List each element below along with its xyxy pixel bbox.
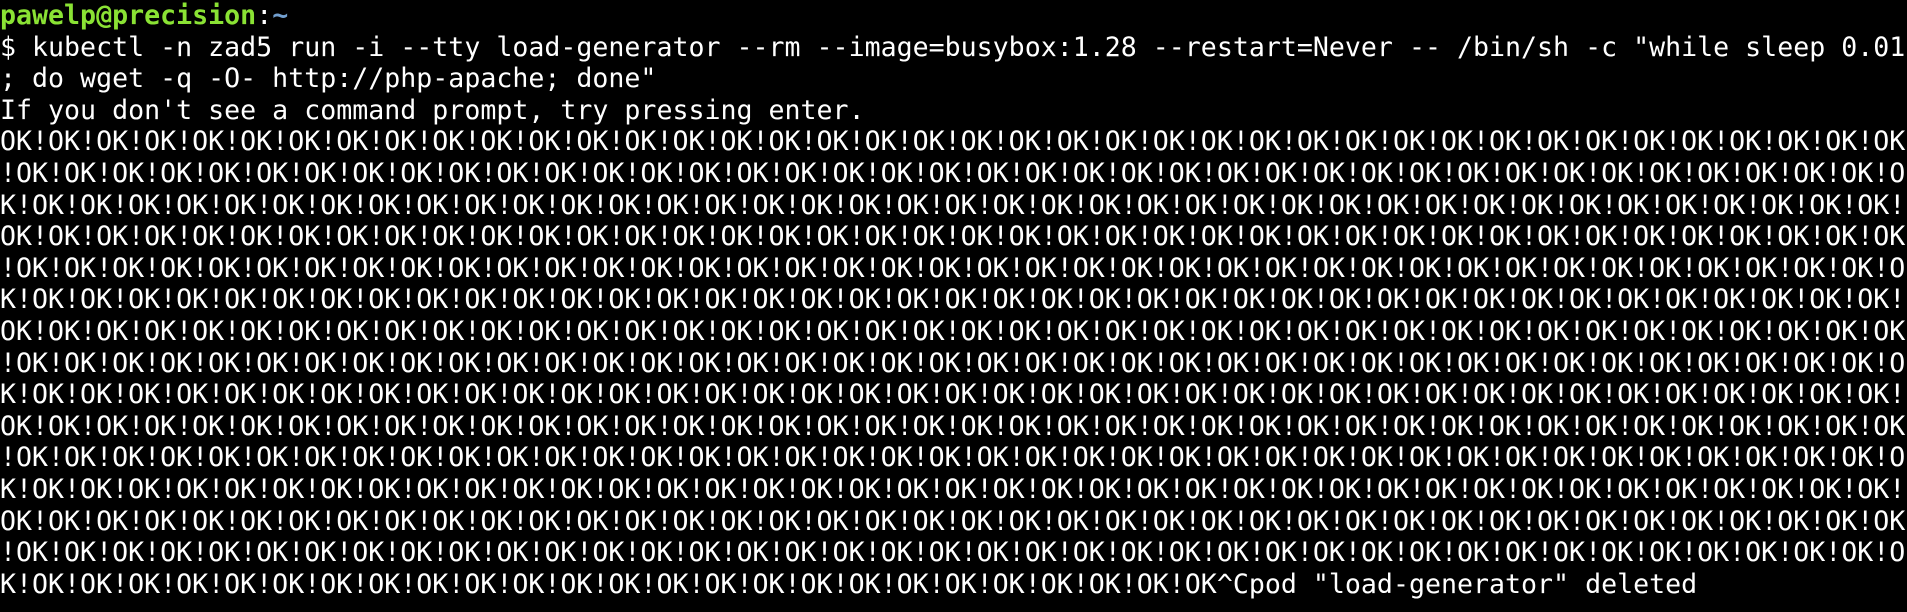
output-line: K!OK!OK!OK!OK!OK!OK!OK!OK!OK!OK!OK!OK!OK…: [0, 284, 1906, 316]
output-line: !OK!OK!OK!OK!OK!OK!OK!OK!OK!OK!OK!OK!OK!…: [0, 537, 1906, 569]
output-line: K!OK!OK!OK!OK!OK!OK!OK!OK!OK!OK!OK!OK!OK…: [0, 473, 1906, 505]
prompt-user-host: pawelp@precision: [0, 0, 257, 31]
shell-prompt: pawelp@precision:~: [0, 0, 1907, 32]
output-line: !OK!OK!OK!OK!OK!OK!OK!OK!OK!OK!OK!OK!OK!…: [0, 252, 1906, 284]
output-line: !OK!OK!OK!OK!OK!OK!OK!OK!OK!OK!OK!OK!OK!…: [0, 442, 1906, 474]
output-line: OK!OK!OK!OK!OK!OK!OK!OK!OK!OK!OK!OK!OK!O…: [0, 315, 1906, 347]
terminal-window[interactable]: pawelp@precision:~ $ kubectl -n zad5 run…: [0, 0, 1907, 612]
output-line: OK!OK!OK!OK!OK!OK!OK!OK!OK!OK!OK!OK!OK!O…: [0, 410, 1906, 442]
output-line: OK!OK!OK!OK!OK!OK!OK!OK!OK!OK!OK!OK!OK!O…: [0, 221, 1906, 253]
output-line-final: K!OK!OK!OK!OK!OK!OK!OK!OK!OK!OK!OK!OK!OK…: [0, 568, 1698, 600]
output-line: OK!OK!OK!OK!OK!OK!OK!OK!OK!OK!OK!OK!OK!O…: [0, 126, 1906, 158]
output-line: !OK!OK!OK!OK!OK!OK!OK!OK!OK!OK!OK!OK!OK!…: [0, 347, 1906, 379]
output-line: K!OK!OK!OK!OK!OK!OK!OK!OK!OK!OK!OK!OK!OK…: [0, 189, 1906, 221]
prompt-path: ~: [272, 0, 289, 31]
output-line: !OK!OK!OK!OK!OK!OK!OK!OK!OK!OK!OK!OK!OK!…: [0, 157, 1906, 189]
command-line-continued: ; do wget -q -O- http://php-apache; done…: [0, 63, 657, 95]
output-line: K!OK!OK!OK!OK!OK!OK!OK!OK!OK!OK!OK!OK!OK…: [0, 379, 1906, 411]
output-line: OK!OK!OK!OK!OK!OK!OK!OK!OK!OK!OK!OK!OK!O…: [0, 505, 1906, 537]
command-line: $ kubectl -n zad5 run -i --tty load-gene…: [0, 31, 1906, 63]
prompt-separator: :: [256, 0, 273, 31]
hint-message: If you don't see a command prompt, try p…: [0, 94, 865, 126]
